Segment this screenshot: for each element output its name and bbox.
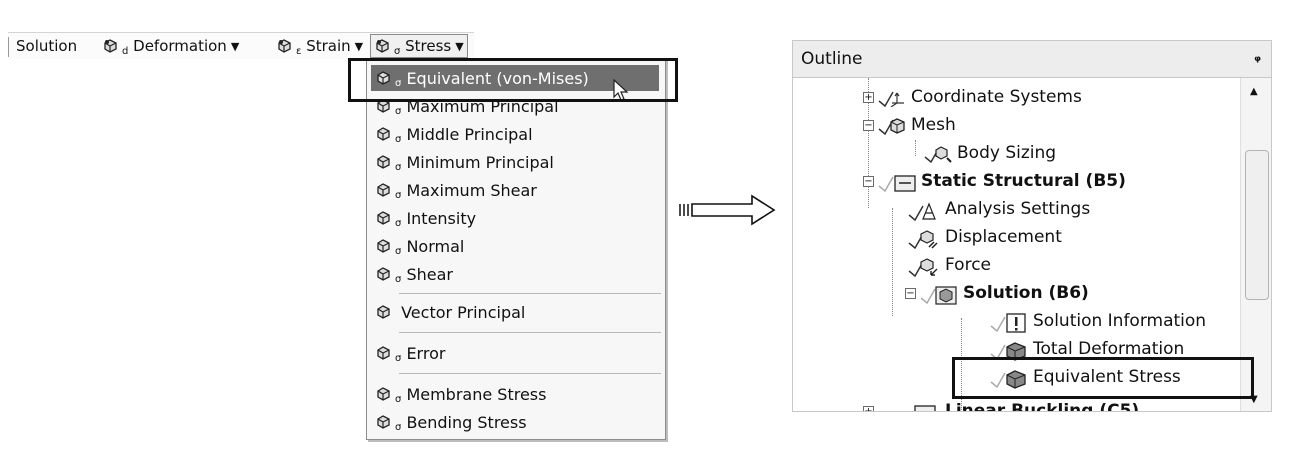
outline-header: Outline ᵩ [793, 41, 1271, 78]
result-cube-icon [375, 210, 392, 226]
menu-item-intensity[interactable]: σ Intensity [371, 205, 659, 231]
tree-line [915, 140, 916, 156]
tree-node-coordinate-systems[interactable]: Coordinate Systems [877, 84, 1082, 110]
result-cube-icon [989, 341, 1029, 361]
tree-node-body-sizing[interactable]: Body Sizing [923, 140, 1056, 166]
result-cube-icon [375, 182, 392, 198]
minus-box-icon[interactable]: − [863, 176, 874, 187]
mesh-icon [877, 117, 907, 136]
strain-dropdown[interactable]: ε Strain ▼ [276, 36, 364, 57]
result-cube-icon [375, 154, 392, 170]
tree-node-displacement[interactable]: Displacement [901, 224, 1062, 250]
plus-box-icon[interactable]: + [863, 406, 874, 411]
highlight-box-equivalent [348, 58, 678, 102]
scrollbar-thumb[interactable] [1245, 150, 1269, 300]
tree-node-static-structural[interactable]: Static Structural (B5) [877, 168, 1126, 194]
chevron-down-icon: ▼ [455, 39, 464, 53]
info-icon [989, 313, 1029, 333]
pin-icon[interactable]: ᵩ [1254, 49, 1261, 65]
menu-separator [399, 293, 661, 294]
result-cube-icon [102, 38, 119, 54]
result-cube-icon [375, 414, 392, 430]
menu-separator [399, 373, 661, 374]
tree-node-mesh[interactable]: Mesh [877, 112, 956, 138]
stress-menu: σ Equivalent (von-Mises) σ Maximum Princ… [366, 58, 666, 440]
highlight-box-equivalent-stress [952, 357, 1254, 399]
result-cube-icon [375, 266, 392, 282]
menu-item-bending-stress[interactable]: σ Bending Stress [371, 409, 659, 435]
outline-title: Outline [801, 49, 863, 69]
analysis-icon [901, 403, 941, 411]
menu-item-middle-principal[interactable]: σ Middle Principal [371, 121, 659, 147]
menu-item-shear[interactable]: σ Shear [371, 261, 659, 287]
tree-node-analysis-settings[interactable]: Analysis Settings [901, 196, 1090, 222]
result-cube-icon [375, 238, 392, 254]
menu-item-normal[interactable]: σ Normal [371, 233, 659, 259]
menu-item-error[interactable]: σ Error [371, 340, 659, 366]
menu-item-vector-principal[interactable]: Vector Principal [371, 299, 659, 325]
plus-box-icon[interactable]: + [863, 92, 874, 103]
menu-separator [399, 332, 661, 333]
chevron-down-icon: ▼ [354, 39, 364, 53]
scroll-up-icon[interactable]: ▲ [1250, 86, 1258, 97]
solution-label: Solution [16, 37, 78, 55]
displacement-icon [901, 229, 941, 250]
menu-item-minimum-principal[interactable]: σ Minimum Principal [371, 149, 659, 175]
coordinate-systems-icon [877, 89, 907, 108]
solution-toolbar: Solution d Deformation ▼ ε Strain ▼ σ Stre… [8, 32, 474, 59]
result-cube-icon [276, 38, 293, 54]
tree-node-solution-information[interactable]: Solution Information [989, 308, 1206, 334]
result-cube-icon [375, 126, 392, 142]
sizing-icon [923, 145, 953, 164]
menu-item-maximum-shear[interactable]: σ Maximum Shear [371, 177, 659, 203]
result-cube-icon [375, 386, 392, 402]
chevron-down-icon: ▼ [230, 39, 240, 53]
stress-dropdown[interactable]: σ Stress ▼ [370, 34, 468, 58]
result-cube-icon [374, 38, 391, 54]
minus-box-icon[interactable]: − [905, 288, 916, 299]
result-cube-icon [375, 345, 392, 361]
analysis-settings-icon [901, 201, 941, 222]
result-cube-icon [375, 304, 392, 320]
tree-line [892, 208, 893, 316]
deformation-dropdown[interactable]: d Deformation ▼ [102, 36, 240, 57]
analysis-icon [877, 173, 917, 193]
tree-node-force[interactable]: Force [901, 252, 991, 278]
menu-item-membrane-stress[interactable]: σ Membrane Stress [371, 381, 659, 407]
solution-icon [919, 285, 959, 305]
force-icon [901, 257, 941, 278]
minus-box-icon[interactable]: − [863, 120, 874, 131]
toolbar-separator [8, 37, 9, 57]
right-arrow-icon [679, 194, 776, 226]
tree-node-linear-buckling[interactable]: Linear Buckling (C5) [901, 398, 1139, 411]
tree-node-solution[interactable]: Solution (B6) [919, 280, 1089, 306]
